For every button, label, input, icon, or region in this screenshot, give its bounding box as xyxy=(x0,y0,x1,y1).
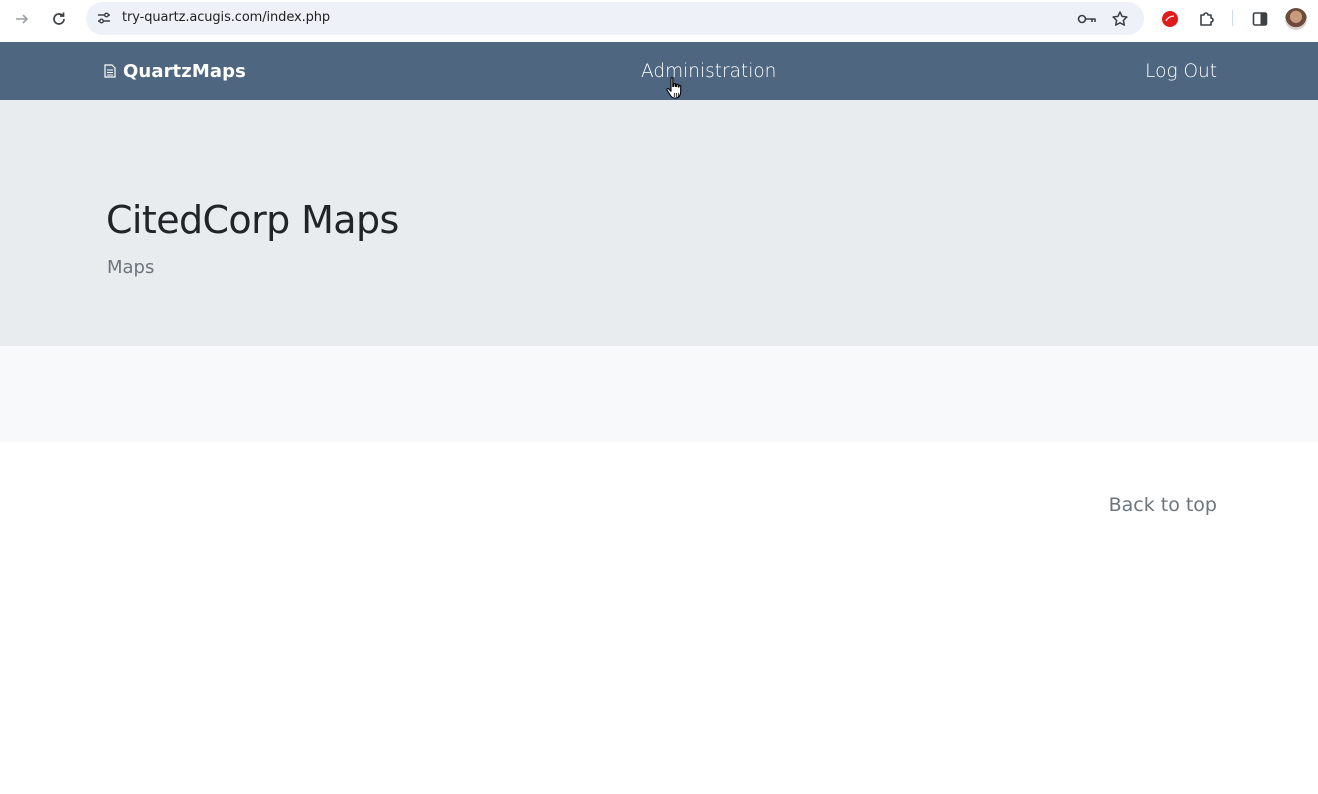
hero-section: CitedCorp Maps Maps xyxy=(0,100,1318,346)
page-footer: Back to top xyxy=(0,442,1318,794)
password-key-button[interactable] xyxy=(1076,8,1098,30)
password-key-icon xyxy=(1077,14,1096,24)
address-bar[interactable]: try-quartz.acugis.com/index.php xyxy=(86,2,1144,35)
url-text: try-quartz.acugis.com/index.php xyxy=(122,10,331,25)
page-title: CitedCorp Maps xyxy=(106,198,399,242)
side-panel-button[interactable] xyxy=(1248,7,1272,31)
hand-cursor-icon xyxy=(666,77,682,99)
brand-name: QuartzMaps xyxy=(123,61,246,82)
profile-button[interactable] xyxy=(1284,7,1308,31)
brand-link[interactable]: QuartzMaps xyxy=(104,61,246,82)
maps-album-area xyxy=(0,346,1318,442)
profile-avatar xyxy=(1285,8,1307,30)
forward-icon xyxy=(16,14,29,24)
side-panel-icon xyxy=(1252,12,1268,26)
reload-button[interactable] xyxy=(47,7,71,31)
extension-red-button[interactable] xyxy=(1158,7,1182,31)
page-subtitle: Maps xyxy=(107,257,155,278)
nav-logout-link[interactable]: Log Out xyxy=(1145,61,1217,82)
toolbar-divider xyxy=(1232,10,1233,26)
back-to-top-link[interactable]: Back to top xyxy=(1109,494,1217,516)
site-info-button[interactable] xyxy=(94,8,114,28)
reload-icon xyxy=(53,12,65,25)
nav-administration-link[interactable]: Administration xyxy=(641,61,776,82)
extensions-button[interactable] xyxy=(1195,7,1219,31)
extension-red-icon xyxy=(1162,11,1178,27)
site-info-icon xyxy=(98,12,110,24)
top-navbar: QuartzMaps Administration Log Out xyxy=(0,42,1318,100)
bookmark-button[interactable] xyxy=(1109,8,1131,30)
bookmark-star-icon xyxy=(1112,11,1128,26)
document-icon xyxy=(104,63,116,78)
extensions-puzzle-icon xyxy=(1200,12,1214,26)
forward-button[interactable] xyxy=(10,7,34,31)
browser-toolbar: try-quartz.acugis.com/index.php xyxy=(0,0,1318,42)
